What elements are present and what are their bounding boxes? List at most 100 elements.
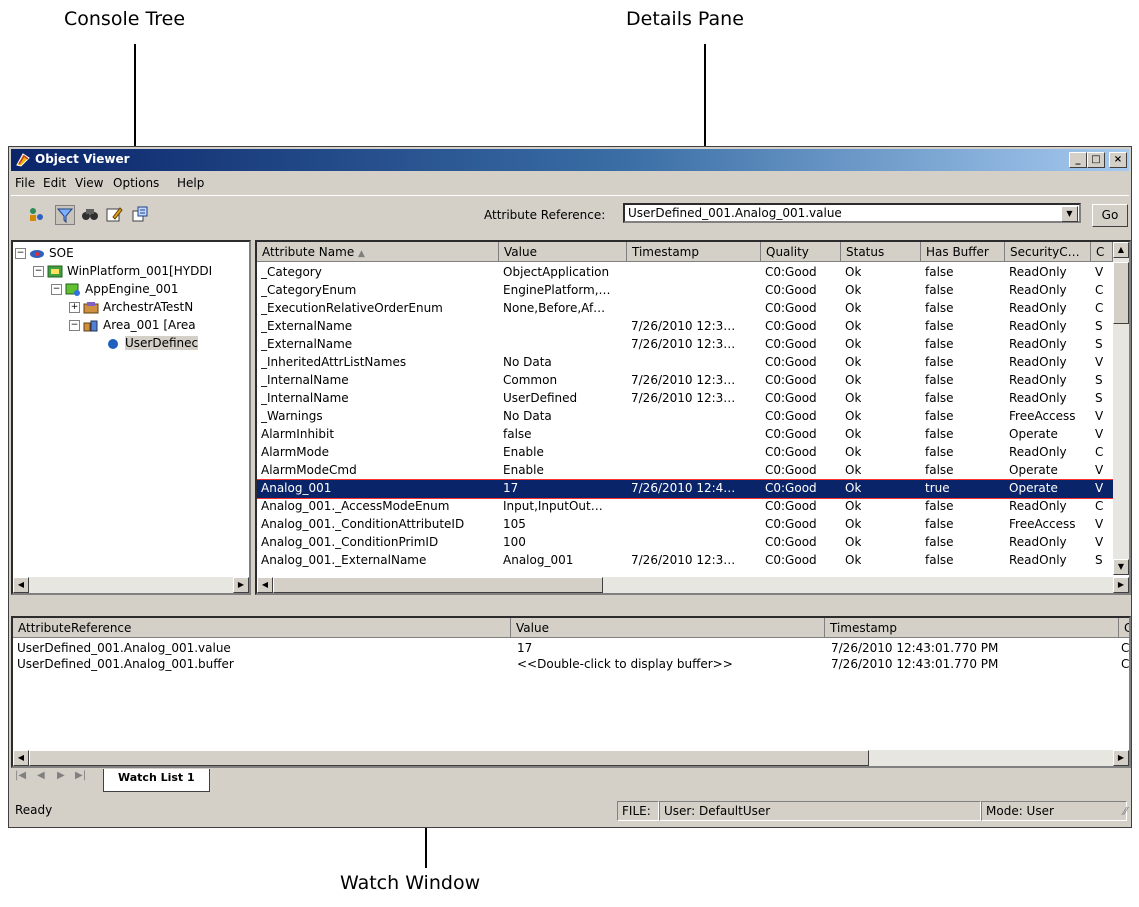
attr-quality: C0:Good <box>765 427 817 441</box>
tab-next-icon[interactable]: ▶ <box>57 770 65 781</box>
scroll-thumb[interactable] <box>273 577 603 593</box>
attr-security: FreeAccess <box>1009 517 1076 531</box>
attr-timestamp: 7/26/2010 12:3… <box>631 373 736 387</box>
watch-col-timestamp[interactable]: Timestamp <box>825 618 1119 638</box>
watch-col-reference[interactable]: AttributeReference <box>13 618 511 638</box>
scroll-thumb[interactable] <box>1113 262 1129 324</box>
detail-row[interactable]: _Category ObjectApplication C0:Good Ok false… <box>257 264 1129 282</box>
col-status[interactable]: Status <box>841 242 921 262</box>
title-bar[interactable]: Object Viewer _ □ × <box>11 149 1129 171</box>
tab-last-icon[interactable]: ▶| <box>75 770 86 781</box>
collapse-icon[interactable]: − <box>15 248 26 259</box>
menu-file[interactable]: File <box>15 176 35 190</box>
attr-has-buffer: false <box>925 283 954 297</box>
minimize-button[interactable]: _ <box>1069 152 1087 168</box>
filter-icon[interactable] <box>55 205 75 225</box>
detail-row[interactable]: Analog_001._AccessModeEnum Input,InputOut… <box>257 498 1129 516</box>
expand-icon[interactable]: + <box>69 302 80 313</box>
resize-grip-icon[interactable]: ⁄⁄ <box>1123 805 1127 818</box>
attr-has-buffer: false <box>925 265 954 279</box>
scroll-left-icon[interactable]: ◀ <box>13 750 29 766</box>
dropdown-arrow-icon[interactable]: ▼ <box>1061 206 1078 222</box>
detail-row[interactable]: _InheritedAttrListNames No Data C0:Good Ok f… <box>257 354 1129 372</box>
col-extra[interactable]: C <box>1091 242 1113 262</box>
tree-item-appengine[interactable]: − AppEngine_001 <box>51 282 178 297</box>
attribute-reference-input[interactable]: UserDefined_001.Analog_001.value ▼ <box>623 203 1081 223</box>
watch-horizontal-scrollbar[interactable]: ◀ ▶ <box>13 750 1129 766</box>
col-value[interactable]: Value <box>499 242 627 262</box>
col-timestamp[interactable]: Timestamp <box>627 242 761 262</box>
console-tree[interactable]: − SOE − WinPlatform_001[HYDDI − AppEngine_0… <box>11 240 251 595</box>
detail-row[interactable]: _InternalName Common 7/26/2010 12:3… C0:Goo… <box>257 372 1129 390</box>
col-quality[interactable]: Quality <box>761 242 841 262</box>
tab-first-icon[interactable]: |◀ <box>15 770 26 781</box>
col-has-buffer[interactable]: Has Buffer <box>921 242 1005 262</box>
watch-col-extra[interactable]: C <box>1119 618 1129 638</box>
menu-options[interactable]: Options <box>113 176 159 190</box>
attr-has-buffer: false <box>925 535 954 549</box>
details-pane[interactable]: Attribute Name ▲ Value Timestamp Quality… <box>255 240 1131 595</box>
detail-row[interactable]: _ExternalName 7/26/2010 12:3… C0:Good Ok fal… <box>257 336 1129 354</box>
watch-window-callout: Watch Window <box>340 872 481 894</box>
detail-row[interactable]: _ExternalName 7/26/2010 12:3… C0:Good Ok fal… <box>257 318 1129 336</box>
scroll-up-icon[interactable]: ▲ <box>1113 242 1129 258</box>
menu-edit[interactable]: Edit <box>43 176 66 190</box>
scroll-down-icon[interactable]: ▼ <box>1113 559 1129 575</box>
watch-window[interactable]: AttributeReference Value Timestamp C Use… <box>11 616 1131 768</box>
tree-item-archestratest[interactable]: + ArchestrATestN <box>69 300 193 315</box>
detail-row[interactable]: Analog_001._ConditionAttributeID 105 C0:Go… <box>257 516 1129 534</box>
find-icon[interactable] <box>81 205 99 223</box>
tab-prev-icon[interactable]: ◀ <box>37 770 45 781</box>
details-vertical-scrollbar[interactable]: ▲ ▼ <box>1113 242 1129 575</box>
galaxy-icon <box>30 249 44 258</box>
scroll-left-icon[interactable]: ◀ <box>257 577 273 593</box>
tree-item-soe[interactable]: − SOE <box>15 246 74 261</box>
tree-item-winplatform[interactable]: − WinPlatform_001[HYDDI <box>33 264 212 279</box>
attr-quality: C0:Good <box>765 355 817 369</box>
detail-row[interactable]: AlarmInhibit false C0:Good Ok false Operate V <box>257 426 1129 444</box>
tree-item-userdefined[interactable]: UserDefinec <box>105 336 199 351</box>
tree-item-area001[interactable]: − Area_001 [Area <box>69 318 196 333</box>
connect-icon[interactable] <box>27 205 45 223</box>
col-security[interactable]: SecurityC… <box>1005 242 1091 262</box>
scroll-right-icon[interactable]: ▶ <box>1113 750 1129 766</box>
details-pane-callout: Details Pane <box>626 8 744 30</box>
menu-view[interactable]: View <box>75 176 103 190</box>
detail-row[interactable]: Analog_001._ExternalName Analog_001 7/26/2… <box>257 552 1129 570</box>
scroll-right-icon[interactable]: ▶ <box>233 577 249 593</box>
details-horizontal-scrollbar[interactable]: ◀ ▶ <box>257 577 1129 593</box>
watch-row[interactable]: UserDefined_001.Analog_001.buffer <<Doub… <box>13 656 1129 674</box>
col-attribute-name[interactable]: Attribute Name ▲ <box>257 242 499 262</box>
tree-label: SOE <box>49 246 74 260</box>
collapse-icon[interactable]: − <box>69 320 80 331</box>
close-button[interactable]: × <box>1109 152 1127 168</box>
menu-help[interactable]: Help <box>177 176 204 190</box>
watch-col-value[interactable]: Value <box>511 618 825 638</box>
properties-icon[interactable] <box>131 205 149 223</box>
detail-row[interactable]: _CategoryEnum EnginePlatform,… C0:Good Ok fa… <box>257 282 1129 300</box>
detail-row[interactable]: AlarmModeCmd Enable C0:Good Ok false Operate V <box>257 462 1129 480</box>
attr-has-buffer: false <box>925 463 954 477</box>
tab-watch-list-1[interactable]: Watch List 1 <box>103 769 210 792</box>
tree-horizontal-scrollbar[interactable]: ◀ ▶ <box>13 577 249 593</box>
attr-name: _InternalName <box>261 391 349 405</box>
detail-row[interactable]: AlarmMode Enable C0:Good Ok false ReadOnly C <box>257 444 1129 462</box>
scroll-right-icon[interactable]: ▶ <box>1113 577 1129 593</box>
detail-row[interactable]: Analog_001 17 7/26/2010 12:4… C0:Good Ok true… <box>257 479 1129 499</box>
detail-row[interactable]: Analog_001._ConditionPrimID 100 C0:Good Ok f… <box>257 534 1129 552</box>
collapse-icon[interactable]: − <box>33 266 44 277</box>
scroll-left-icon[interactable]: ◀ <box>13 577 29 593</box>
edit-icon[interactable] <box>105 205 123 223</box>
attr-status: Ok <box>845 517 862 531</box>
attr-extra: V <box>1095 517 1104 531</box>
go-button[interactable]: Go <box>1092 204 1128 227</box>
collapse-icon[interactable]: − <box>51 284 62 295</box>
attr-value: 105 <box>503 517 526 531</box>
attr-timestamp: 7/26/2010 12:4… <box>631 481 736 495</box>
maximize-button[interactable]: □ <box>1087 152 1105 168</box>
detail-row[interactable]: _ExecutionRelativeOrderEnum None,Before,A… <box>257 300 1129 318</box>
detail-row[interactable]: _Warnings No Data C0:Good Ok false FreeAccess… <box>257 408 1129 426</box>
detail-row[interactable]: _InternalName UserDefined 7/26/2010 12:3… C… <box>257 390 1129 408</box>
scroll-thumb[interactable] <box>29 750 869 766</box>
object-viewer-window: Object Viewer _ □ × File Edit View Optio… <box>8 146 1132 828</box>
